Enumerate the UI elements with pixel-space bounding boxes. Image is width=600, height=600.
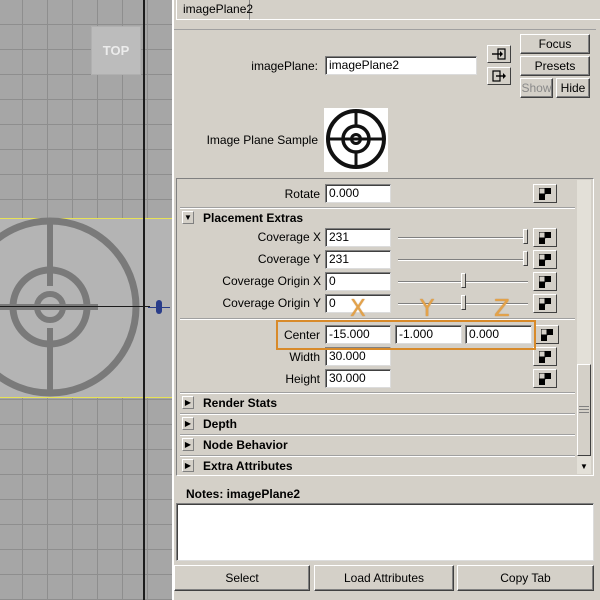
coverage-origin-x-label: Coverage Origin X: [222, 274, 321, 288]
annotation-y-letter: Y: [420, 296, 435, 322]
separator: [180, 207, 575, 209]
axis-line-horizontal: [0, 306, 150, 307]
target-sample-icon: [326, 109, 386, 169]
coverage-origin-x-map-button[interactable]: [533, 272, 557, 291]
select-button[interactable]: Select: [174, 565, 310, 591]
image-plane-sample-swatch[interactable]: [324, 108, 388, 172]
checker-map-icon: [541, 328, 553, 341]
node-name-label: imagePlane:: [251, 59, 318, 73]
annotation-z-letter: Z: [494, 296, 510, 322]
section-extra-attributes[interactable]: Extra Attributes: [203, 459, 293, 473]
center-highlight-box: [276, 320, 536, 350]
separator: [180, 413, 575, 415]
checker-map-icon: [539, 275, 551, 288]
expand-arrow-icon[interactable]: ▶: [182, 459, 194, 472]
checker-map-icon: [539, 253, 551, 266]
output-connection-button[interactable]: [487, 67, 511, 85]
coverage-origin-y-map-button[interactable]: [533, 294, 557, 313]
tab-bar-edge: [174, 20, 596, 30]
coverage-x-label: Coverage X: [257, 230, 321, 244]
coverage-y-map-button[interactable]: [533, 250, 557, 269]
scroll-down-arrow-icon[interactable]: ▼: [580, 462, 588, 471]
node-name-field[interactable]: imagePlane2: [325, 56, 477, 75]
separator: [180, 455, 575, 457]
coverage-x-field[interactable]: 231: [325, 228, 391, 247]
copy-tab-button[interactable]: Copy Tab: [457, 565, 594, 591]
sample-label: Image Plane Sample: [206, 133, 318, 147]
checker-map-icon: [539, 297, 551, 310]
camera-label: TOP: [91, 26, 141, 75]
coverage-y-field[interactable]: 231: [325, 250, 391, 269]
checker-map-icon: [539, 187, 551, 200]
show-button[interactable]: Show: [520, 78, 553, 98]
checker-map-icon: [539, 372, 551, 385]
expand-arrow-icon[interactable]: ▶: [182, 417, 194, 430]
separator: [180, 434, 575, 436]
coverage-y-label: Coverage Y: [257, 252, 321, 266]
coverage-origin-x-field[interactable]: 0: [325, 272, 391, 291]
height-field[interactable]: 30.000: [325, 369, 391, 388]
section-placement-extras[interactable]: Placement Extras: [203, 211, 303, 225]
input-arrow-icon: [492, 48, 506, 60]
scrollbar-grip-icon: [579, 404, 589, 414]
center-map-button[interactable]: [535, 325, 559, 344]
load-attributes-button[interactable]: Load Attributes: [314, 565, 454, 591]
coverage-origin-y-label: Coverage Origin Y: [222, 296, 322, 310]
rotate-field[interactable]: 0.000: [325, 184, 391, 203]
rotate-label: Rotate: [284, 187, 320, 201]
coverage-x-slider[interactable]: [398, 228, 528, 247]
notes-textarea[interactable]: [176, 503, 594, 561]
separator: [180, 392, 575, 394]
height-map-button[interactable]: [533, 369, 557, 388]
coverage-x-map-button[interactable]: [533, 228, 557, 247]
notes-label: Notes: imagePlane2: [186, 487, 301, 501]
focus-button[interactable]: Focus: [520, 34, 590, 54]
collapse-arrow-icon[interactable]: ▼: [182, 211, 194, 224]
hide-button[interactable]: Hide: [556, 78, 590, 98]
expand-arrow-icon[interactable]: ▶: [182, 438, 194, 451]
input-connection-button[interactable]: [487, 45, 511, 63]
axis-line-vertical: [143, 0, 145, 600]
width-map-button[interactable]: [533, 347, 557, 366]
section-depth[interactable]: Depth: [203, 417, 237, 431]
annotation-x-letter: X: [350, 296, 366, 322]
section-node-behavior[interactable]: Node Behavior: [203, 438, 288, 452]
height-label: Height: [285, 372, 320, 386]
expand-arrow-icon[interactable]: ▶: [182, 396, 194, 409]
coverage-origin-x-slider[interactable]: [398, 272, 528, 291]
plane-marker-handle[interactable]: [156, 300, 162, 314]
viewport[interactable]: TOP: [0, 0, 172, 600]
checker-map-icon: [539, 350, 551, 363]
tab-imageplane2[interactable]: imagePlane2: [176, 0, 253, 20]
checker-map-icon: [539, 231, 551, 244]
coverage-y-slider[interactable]: [398, 250, 528, 269]
presets-button[interactable]: Presets: [520, 56, 590, 76]
width-label: Width: [289, 350, 320, 364]
rotate-map-button[interactable]: [533, 184, 557, 203]
section-render-stats[interactable]: Render Stats: [203, 396, 277, 410]
output-arrow-icon: [492, 70, 506, 82]
image-plane-target-icon: [0, 0, 172, 600]
